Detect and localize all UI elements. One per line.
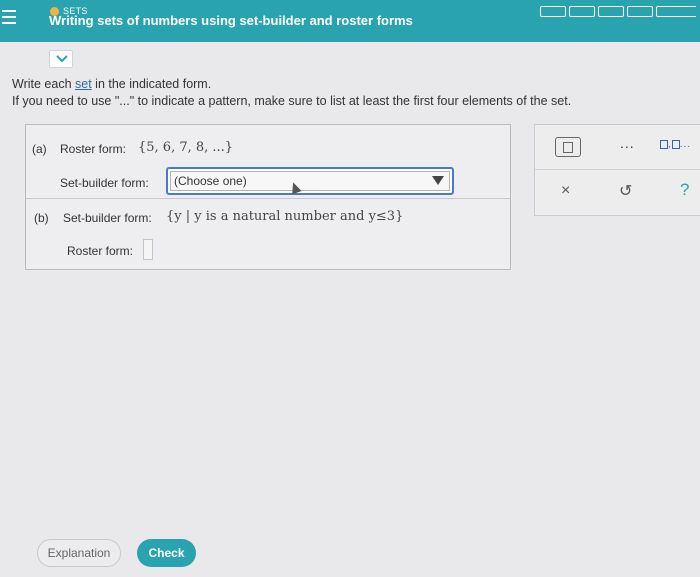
part-b-given-label: Set-builder form:: [63, 211, 152, 225]
part-a-label: (a): [32, 142, 47, 156]
progress-bar: [540, 6, 696, 17]
progress-segment: [598, 6, 624, 17]
ellipsis-icon[interactable]: ...: [620, 135, 635, 151]
instruction-text: Write each: [12, 77, 75, 91]
tools-separator: [535, 169, 700, 170]
roster-answer-input[interactable]: [143, 239, 153, 260]
instruction-pattern-note: If you need to use "..." to indicate a p…: [12, 94, 572, 108]
progress-segment: [627, 6, 653, 17]
progress-segment: [569, 6, 595, 17]
progress-segment: [540, 6, 566, 17]
part-b-ask-label: Roster form:: [67, 244, 134, 258]
part-a-given-label: Roster form:: [60, 142, 127, 156]
dropdown-arrow-icon[interactable]: [432, 176, 444, 185]
ordered-pair-icon[interactable]: ,...: [660, 139, 691, 150]
part-b-label: (b): [34, 211, 49, 225]
help-icon[interactable]: ?: [680, 180, 689, 200]
lesson-title: Writing sets of numbers using set-builde…: [49, 13, 413, 28]
chevron-down-icon: [56, 55, 68, 63]
math-tools-panel: ... ,... × ↺ ?: [534, 124, 700, 216]
set-definition-link[interactable]: set: [75, 77, 92, 91]
select-value: (Choose one): [174, 174, 247, 188]
collapse-chevron-button[interactable]: [49, 50, 73, 68]
set-braces-icon[interactable]: [555, 137, 581, 157]
part-a-given-value: {5, 6, 7, 8, ...}: [138, 140, 234, 155]
part-b-given-value: {y | y is a natural number and y≤3}: [166, 209, 404, 224]
part-a-ask-label: Set-builder form:: [60, 176, 149, 190]
instructions: Write each set in the indicated form. If…: [12, 76, 571, 110]
set-builder-select[interactable]: (Choose one): [166, 167, 454, 195]
check-button[interactable]: Check: [137, 539, 196, 567]
top-header-bar: SETS Writing sets of numbers using set-b…: [0, 0, 700, 42]
instruction-text: in the indicated form.: [91, 77, 212, 91]
progress-segment: [656, 6, 696, 17]
menu-icon[interactable]: [2, 10, 16, 26]
part-divider: [26, 198, 510, 199]
question-panel: (a) Roster form: {5, 6, 7, 8, ...} Set-b…: [25, 124, 511, 270]
clear-icon[interactable]: ×: [561, 182, 570, 200]
undo-icon[interactable]: ↺: [619, 181, 632, 201]
explanation-button[interactable]: Explanation: [37, 539, 121, 567]
